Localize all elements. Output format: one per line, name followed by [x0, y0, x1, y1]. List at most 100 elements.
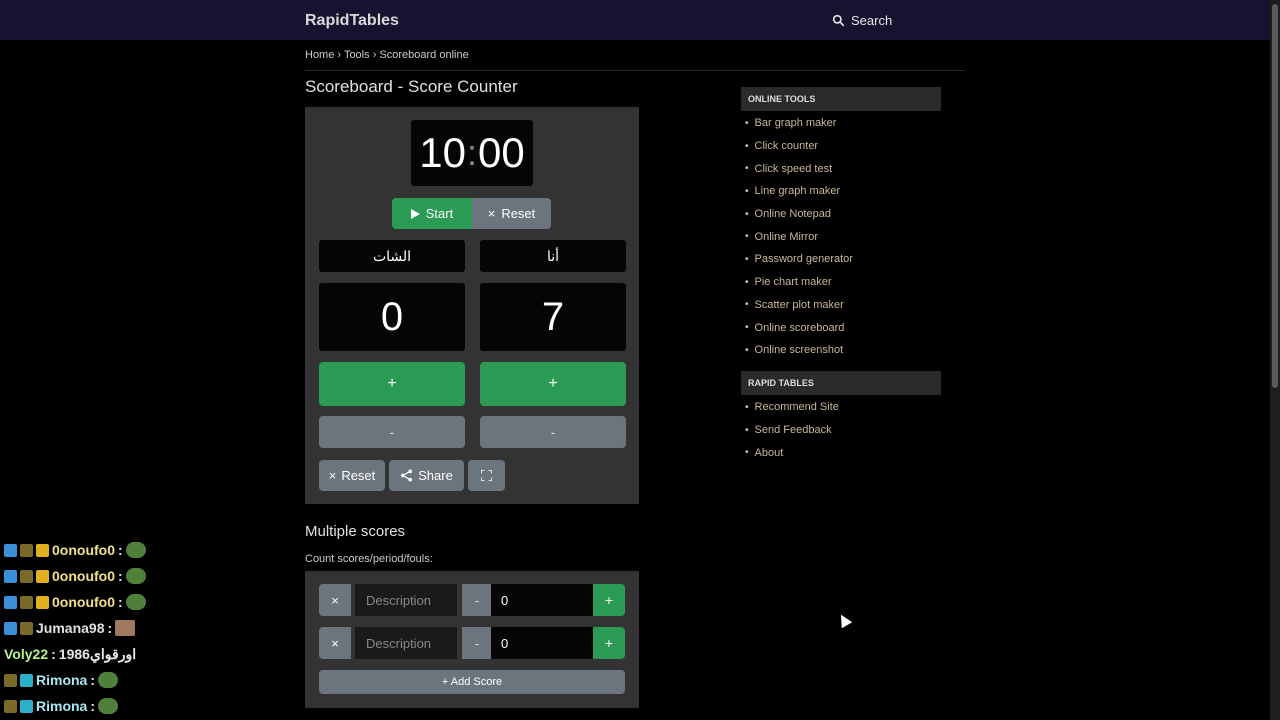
chat-separator: : — [107, 620, 113, 636]
sidebar-link[interactable]: Online Mirror — [745, 225, 853, 248]
chat-separator: : — [90, 698, 96, 714]
chat-message: Jumana98 : — [0, 615, 300, 641]
divider — [305, 70, 965, 71]
emote-icon — [125, 568, 146, 584]
brand-logo[interactable]: RapidTables — [305, 12, 399, 30]
sidebar-link[interactable]: Online screenshot — [745, 339, 853, 362]
badge-icon — [20, 673, 33, 687]
row-score-input[interactable]: 0 — [491, 627, 593, 659]
breadcrumb-tools[interactable]: Tools — [344, 49, 370, 61]
chat-separator: : — [90, 672, 96, 688]
team-left-score[interactable]: 0 — [319, 283, 465, 351]
play-icon — [410, 208, 420, 219]
sidebar-link[interactable]: Online scoreboard — [745, 316, 853, 339]
sidebar-link[interactable]: Send Feedback — [745, 419, 839, 442]
sidebar-link[interactable]: Line graph maker — [745, 180, 853, 203]
emote-icon — [125, 542, 146, 558]
chat-username: Rimona — [36, 698, 88, 714]
remove-row-button[interactable]: × — [319, 627, 351, 659]
team-left-name[interactable]: الشات — [319, 240, 465, 272]
breadcrumb-separator: › — [372, 49, 377, 61]
scrollbar-thumb[interactable] — [1272, 4, 1278, 388]
team-left-plus-button[interactable]: + — [319, 362, 465, 406]
online-tools-heading: ONLINE TOOLS — [741, 87, 941, 111]
chat-username: Rimona — [36, 672, 88, 688]
row-plus-button[interactable]: + — [593, 627, 625, 659]
multiple-scores-subtitle: Count scores/period/fouls: — [305, 553, 433, 565]
description-input[interactable]: Description — [355, 584, 457, 616]
chat-text: اورقواي1986 — [58, 645, 137, 662]
share-button[interactable]: Share — [389, 460, 464, 491]
team-right-plus-button[interactable]: + — [480, 362, 626, 406]
team-right-name[interactable]: أنا — [480, 240, 626, 272]
search-label: Search — [851, 13, 893, 28]
description-input[interactable]: Description — [355, 627, 457, 659]
badge-icon — [20, 569, 33, 583]
badge-icon — [20, 543, 33, 557]
sidebar-link[interactable]: Scatter plot maker — [745, 294, 853, 317]
crown-icon — [36, 569, 49, 583]
close-icon: × — [487, 206, 496, 221]
chat-separator: : — [51, 646, 56, 662]
multiple-scores-title: Multiple scores — [305, 523, 406, 540]
fullscreen-icon — [481, 470, 492, 481]
sidebar-link[interactable]: Click counter — [745, 135, 853, 158]
team-right-score[interactable]: 7 — [480, 283, 626, 351]
sidebar-link[interactable]: Password generator — [745, 248, 853, 271]
rapid-tables-heading: RAPID TABLES — [741, 371, 941, 395]
timer-minutes: 10 — [419, 129, 466, 176]
timer-display[interactable]: 10 : 00 — [411, 120, 533, 186]
timer-start-label: Start — [425, 206, 454, 221]
timer-start-button[interactable]: Start — [392, 198, 472, 229]
fullscreen-button[interactable] — [468, 460, 505, 491]
avatar-emote-icon — [115, 620, 136, 636]
crown-icon — [36, 543, 49, 557]
timer-seconds: 00 — [478, 129, 525, 176]
sidebar-link[interactable]: Online Notepad — [745, 203, 853, 226]
breadcrumb-home[interactable]: Home — [305, 49, 334, 61]
row-minus-button[interactable]: - — [462, 584, 492, 616]
chat-username: Jumana98 — [36, 620, 105, 636]
emote-icon — [125, 594, 146, 610]
timer-separator: : — [466, 132, 477, 173]
close-icon: × — [328, 468, 337, 483]
search-icon — [832, 14, 845, 27]
page-title: Scoreboard - Score Counter — [305, 77, 518, 96]
emote-icon — [98, 672, 119, 688]
chat-username: 0onoufo0 — [52, 542, 115, 558]
sidebar-link[interactable]: Recommend Site — [745, 396, 839, 419]
timer-reset-button[interactable]: × Reset — [472, 198, 551, 229]
search-button[interactable]: Search — [832, 13, 892, 28]
breadcrumb-current: Scoreboard online — [379, 49, 469, 61]
row-minus-button[interactable]: - — [462, 627, 492, 659]
team-right-minus-button[interactable]: - — [480, 416, 626, 448]
sidebar-link[interactable]: About — [745, 441, 839, 464]
mouse-cursor-icon — [835, 611, 853, 629]
sidebar-link[interactable]: Pie chart maker — [745, 271, 853, 294]
sidebar-link[interactable]: Bar graph maker — [745, 112, 853, 135]
chat-username: 0onoufo0 — [52, 568, 115, 584]
team-left-minus-button[interactable]: - — [319, 416, 465, 448]
chat-message: 0onoufo0 : — [0, 563, 300, 589]
emote-icon — [98, 698, 119, 714]
reset-button[interactable]: × Reset — [319, 460, 385, 491]
share-label: Share — [418, 468, 453, 483]
add-score-button[interactable]: + Add Score — [319, 670, 625, 694]
chat-separator: : — [118, 568, 123, 584]
remove-row-button[interactable]: × — [319, 584, 351, 616]
chat-message: Rimona : — [0, 693, 300, 719]
badge-icon — [20, 595, 33, 609]
online-tools-list: Bar graph maker Click counter Click spee… — [745, 112, 853, 362]
crown-icon — [36, 595, 49, 609]
row-plus-button[interactable]: + — [593, 584, 625, 616]
chat-message: Voly22 : اورقواي1986 — [0, 641, 300, 667]
row-score-input[interactable]: 0 — [491, 584, 593, 616]
chat-message: Rimona : — [0, 667, 300, 693]
badge-icon — [4, 543, 17, 557]
timer-reset-label: Reset — [501, 206, 536, 221]
chat-separator: : — [118, 594, 123, 610]
badge-icon — [4, 621, 17, 635]
badge-icon — [20, 621, 33, 635]
sidebar-link[interactable]: Click speed test — [745, 157, 853, 180]
badge-icon — [4, 699, 17, 713]
